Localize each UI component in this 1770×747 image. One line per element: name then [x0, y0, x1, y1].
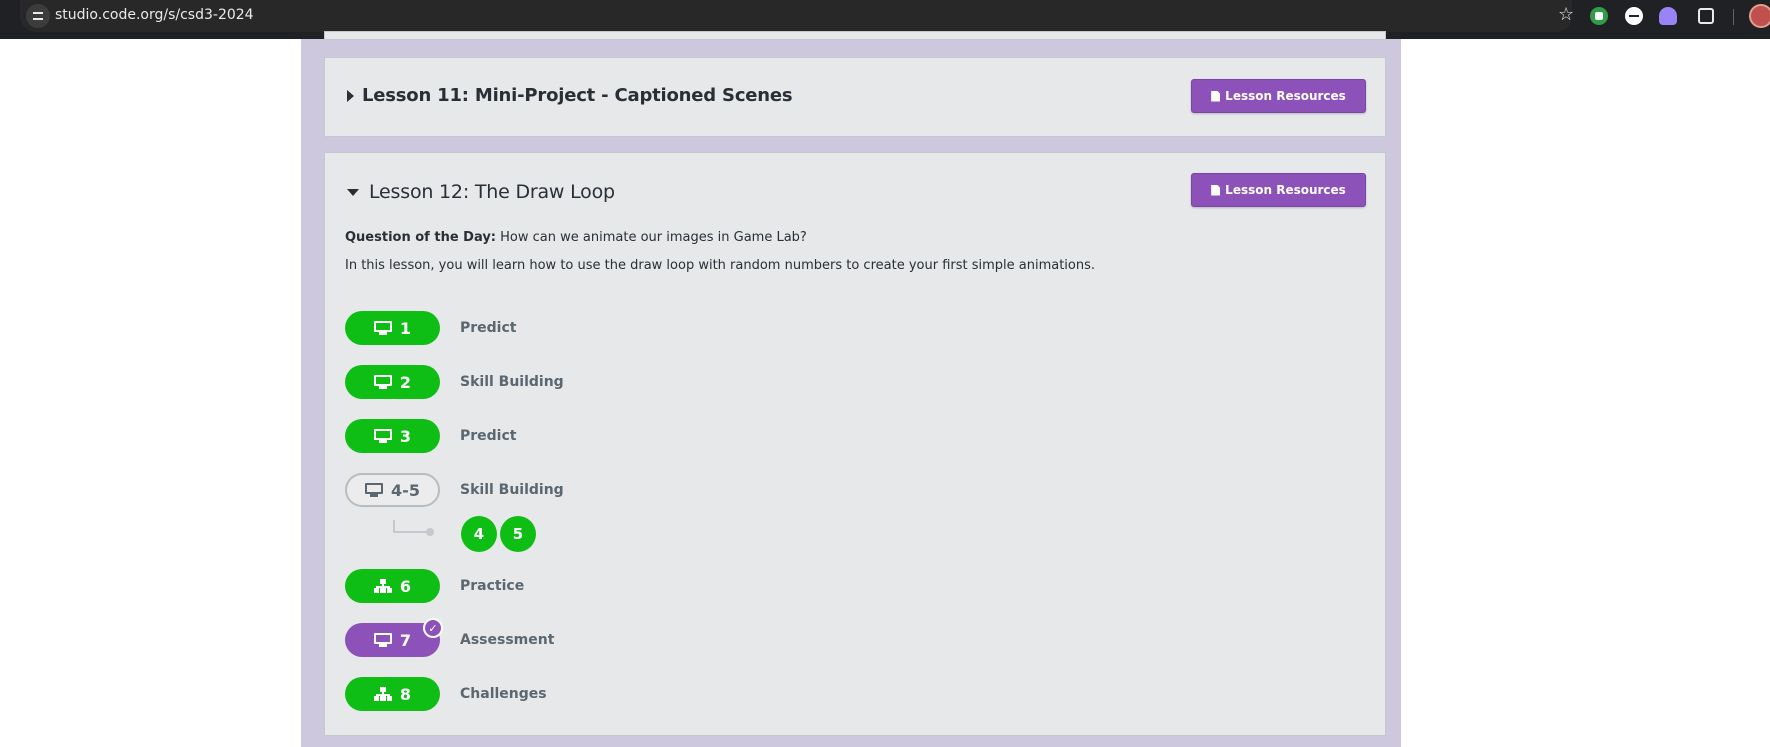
question-text: How can we animate our images in Game La… [500, 230, 807, 245]
level-row: 2 Skill Building [345, 365, 564, 399]
tree-icon [373, 579, 392, 593]
sublevel-bubble-4[interactable]: 4 [461, 516, 497, 552]
lesson-card-12: Lesson 12: The Draw Loop Lesson Resource… [324, 152, 1386, 736]
lesson-resources-label: Lesson Resources [1225, 183, 1346, 197]
expand-caret-icon[interactable] [347, 89, 354, 102]
profile-avatar[interactable] [1749, 4, 1770, 28]
level-label[interactable]: Predict [460, 320, 516, 336]
level-number: 1 [399, 318, 412, 338]
level-bubble-6[interactable]: 6 [345, 569, 440, 603]
question-label: Question of the Day: [345, 230, 497, 245]
level-bubble-7[interactable]: 7 ✓ [345, 618, 443, 657]
site-info-icon[interactable] [26, 4, 50, 28]
level-number: 7 [399, 630, 412, 650]
lesson-resources-button[interactable]: Lesson Resources [1191, 173, 1366, 207]
level-row: 6 Practice [345, 569, 524, 603]
lesson-resources-label: Lesson Resources [1225, 89, 1346, 103]
lesson-resources-button[interactable]: Lesson Resources [1191, 79, 1366, 113]
collapse-caret-icon[interactable] [347, 188, 359, 196]
monitor-icon [373, 429, 392, 443]
lesson-card-11: Lesson 11: Mini-Project - Captioned Scen… [324, 57, 1386, 137]
tree-icon [373, 687, 392, 701]
monitor-icon [373, 633, 392, 647]
lesson-description: In this lesson, you will learn how to us… [345, 258, 1096, 273]
level-number: 3 [399, 426, 412, 446]
document-icon [1211, 184, 1221, 196]
document-icon [1211, 90, 1221, 102]
lesson-card-previous [324, 31, 1386, 40]
level-row: 7 ✓ Assessment [345, 618, 554, 657]
connector-dot [426, 528, 434, 536]
extension-ghost-icon[interactable] [1659, 7, 1677, 25]
level-row: 3 Predict [345, 419, 516, 453]
lesson-title[interactable]: Lesson 11: Mini-Project - Captioned Scen… [362, 85, 793, 106]
monitor-icon [373, 321, 392, 335]
url-text[interactable]: studio.code.org/s/csd3-2024 [55, 7, 254, 23]
lesson-header-12[interactable]: Lesson 12: The Draw Loop [347, 181, 615, 203]
level-label[interactable]: Skill Building [460, 374, 564, 390]
lesson-header-11[interactable]: Lesson 11: Mini-Project - Captioned Scen… [347, 85, 793, 106]
question-of-the-day: Question of the Day: How can we animate … [345, 230, 807, 245]
address-bar[interactable]: studio.code.org/s/csd3-2024 ☆ [20, 0, 1574, 32]
extension-chart-icon[interactable] [1625, 7, 1643, 25]
level-row: 8 Challenges [345, 677, 547, 711]
level-row: 1 Predict [345, 311, 516, 345]
level-label[interactable]: Skill Building [460, 482, 564, 498]
level-bubble-2[interactable]: 2 [345, 365, 440, 399]
level-label[interactable]: Challenges [460, 686, 547, 702]
level-bubble-1[interactable]: 1 [345, 311, 440, 345]
checkmark-icon: ✓ [423, 618, 443, 638]
level-bubble-4-5[interactable]: 4-5 [345, 473, 440, 507]
monitor-icon [365, 483, 384, 497]
level-label[interactable]: Assessment [460, 632, 554, 648]
level-number: 4-5 [391, 480, 420, 500]
sublevel-group: 4 5 [345, 516, 645, 552]
lesson-title[interactable]: Lesson 12: The Draw Loop [369, 181, 615, 203]
level-label[interactable]: Practice [460, 578, 524, 594]
level-number: 8 [399, 684, 412, 704]
level-row: 4-5 Skill Building [345, 473, 564, 507]
monitor-icon [373, 375, 392, 389]
connector-line [393, 531, 427, 533]
level-label[interactable]: Predict [460, 428, 516, 444]
extension-robot-icon[interactable] [1590, 7, 1608, 25]
extensions-puzzle-icon[interactable] [1698, 8, 1714, 24]
level-number: 2 [399, 372, 412, 392]
level-bubble-8[interactable]: 8 [345, 677, 440, 711]
sublevel-bubble-5[interactable]: 5 [500, 516, 536, 552]
toolbar-divider [1733, 9, 1734, 25]
bookmark-star-icon[interactable]: ☆ [1558, 4, 1574, 25]
level-bubble-3[interactable]: 3 [345, 419, 440, 453]
level-number: 6 [399, 576, 412, 596]
